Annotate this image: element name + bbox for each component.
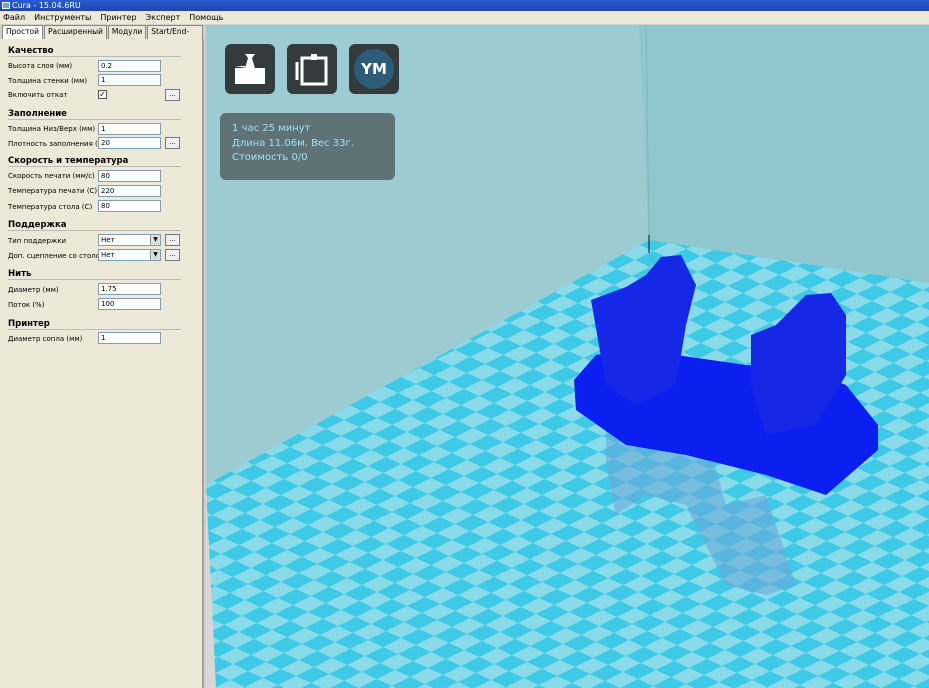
- 3d-viewport[interactable]: YM 1 час 25 минут Длина 11.06м. Вес 33г.…: [206, 25, 929, 688]
- label: Толщина стенки (мм): [8, 77, 88, 85]
- filament-length-weight: Длина 11.06м. Вес 33г.: [232, 137, 354, 149]
- bed-temp-input[interactable]: 80: [98, 200, 161, 212]
- label: Толщина Низ/Верх (мм): [8, 125, 96, 133]
- support-type-select[interactable]: Нет ▼: [98, 234, 161, 246]
- section-title: Заполнение: [8, 109, 67, 119]
- fill-more-button[interactable]: ...: [165, 137, 180, 149]
- section-title: Качество: [8, 46, 54, 56]
- menu-bar: Файл Инструменты Принтер Эксперт Помощь: [0, 11, 929, 24]
- divider: [8, 56, 181, 57]
- menu-file[interactable]: Файл: [3, 11, 25, 24]
- print-info-panel: 1 час 25 минут Длина 11.06м. Вес 33г. Ст…: [220, 113, 395, 180]
- label: Температура печати (C): [8, 187, 98, 195]
- section-title: Принтер: [8, 319, 50, 329]
- printer-icon: [295, 54, 328, 86]
- label: Диаметр сопла (мм): [8, 335, 83, 343]
- filament-diameter-input[interactable]: 1.75: [98, 283, 161, 295]
- divider: [8, 329, 181, 330]
- layer-height-input[interactable]: 0.2: [98, 60, 161, 72]
- label: Температура стола (C): [8, 203, 93, 211]
- menu-expert[interactable]: Эксперт: [146, 11, 181, 24]
- divider: [8, 279, 181, 280]
- fill-density-input[interactable]: 20: [98, 137, 161, 149]
- title-bar: Cura - 15.04.6RU: [0, 0, 929, 11]
- label: Высота слоя (мм): [8, 62, 73, 70]
- section-title: Нить: [8, 269, 32, 279]
- tab-plugins[interactable]: Модули: [107, 25, 147, 39]
- label: Диаметр (мм): [8, 286, 59, 294]
- label: Скорость печати (мм/с): [8, 172, 95, 180]
- load-model-button[interactable]: [225, 44, 275, 94]
- print-temp-input[interactable]: 220: [98, 185, 161, 197]
- print-time: 1 час 25 минут: [232, 123, 311, 134]
- select-value: Нет: [101, 236, 115, 244]
- label: Поток (%): [8, 301, 45, 309]
- label: Включить откат: [8, 91, 68, 99]
- settings-panel: Качество Высота слоя (мм) 0.2 Толщина ст…: [0, 39, 204, 688]
- tab-advanced[interactable]: Расширенный: [43, 25, 107, 39]
- divider: [8, 230, 181, 231]
- nozzle-diameter-input[interactable]: 1: [98, 332, 161, 344]
- select-value: Нет: [101, 251, 115, 259]
- top-bottom-input[interactable]: 1: [98, 123, 161, 135]
- chevron-down-icon[interactable]: ▼: [150, 250, 160, 260]
- retraction-checkbox[interactable]: ✓: [98, 90, 107, 99]
- adhesion-select[interactable]: Нет ▼: [98, 249, 161, 261]
- print-cost: Стоимость 0/0: [232, 152, 308, 163]
- wall-thickness-input[interactable]: 1: [98, 74, 161, 86]
- ym-button[interactable]: YM: [349, 44, 399, 94]
- tab-simple[interactable]: Простой: [2, 25, 43, 39]
- adhesion-more-button[interactable]: ...: [165, 249, 180, 261]
- section-title: Скорость и температура: [8, 156, 129, 166]
- app-icon: [2, 2, 10, 9]
- menu-help[interactable]: Помощь: [189, 11, 223, 24]
- print-button[interactable]: [287, 44, 337, 94]
- divider: [8, 166, 181, 167]
- open-folder-icon: [235, 54, 265, 84]
- print-speed-input[interactable]: 80: [98, 170, 161, 182]
- window-title: Cura - 15.04.6RU: [12, 1, 81, 10]
- ym-logo: YM: [354, 49, 394, 89]
- menu-printer[interactable]: Принтер: [100, 11, 136, 24]
- support-more-button[interactable]: ...: [165, 234, 180, 246]
- flow-input[interactable]: 100: [98, 298, 161, 310]
- chevron-down-icon[interactable]: ▼: [150, 235, 160, 245]
- divider: [8, 119, 181, 120]
- tab-gcode[interactable]: Start/End-GCode: [147, 25, 203, 48]
- label: Плотность заполнения (%): [8, 140, 108, 148]
- section-title: Поддержка: [8, 220, 67, 230]
- label: Доп. сцепление со столом: [8, 252, 106, 260]
- settings-tabs: Простой Расширенный Модули Start/End-GCo…: [0, 25, 204, 48]
- label: Тип поддержки: [8, 237, 66, 245]
- retraction-more-button[interactable]: ...: [165, 89, 180, 101]
- menu-tools[interactable]: Инструменты: [34, 11, 91, 24]
